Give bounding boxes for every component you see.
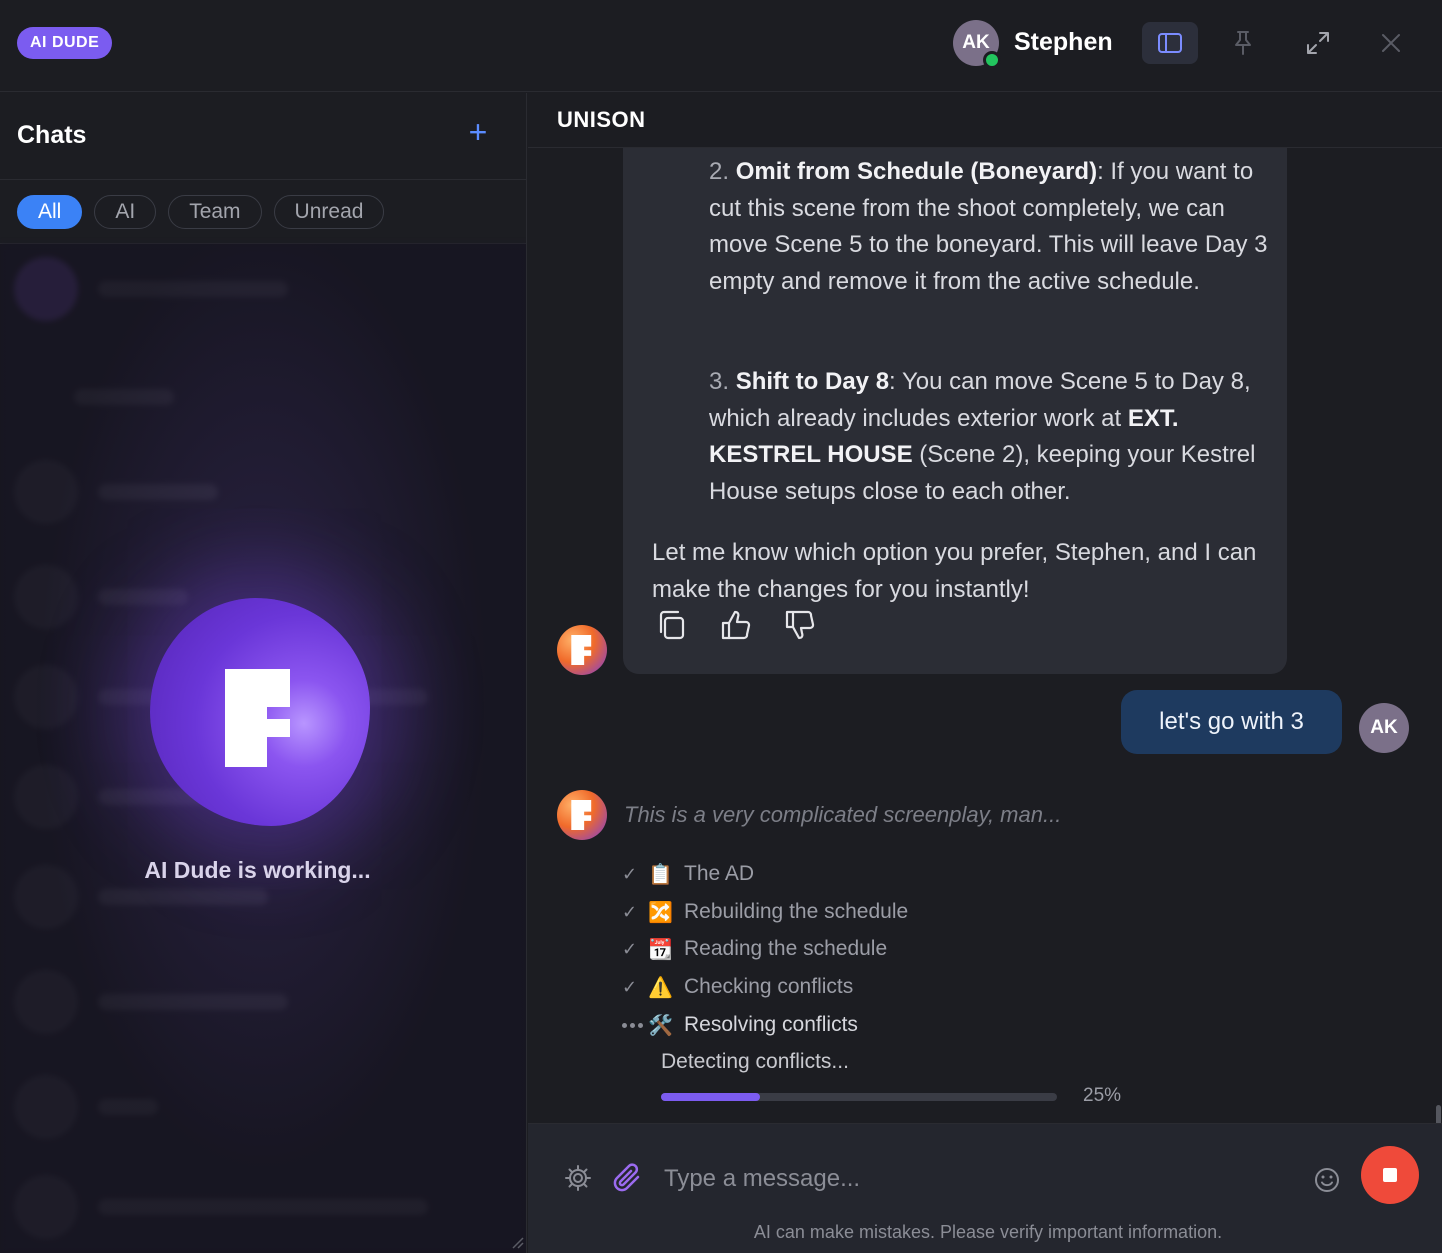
bot-closing-text: Let me know which option you prefer, Ste… <box>652 539 1257 603</box>
calendar-icon: 📆 <box>648 938 673 961</box>
check-icon: ✓ <box>622 976 638 997</box>
thinking-text: This is a very complicated screenplay, m… <box>624 802 1062 827</box>
filter-unread[interactable]: Unread <box>273 195 385 229</box>
close-icon <box>1382 34 1400 52</box>
pin-button[interactable] <box>1215 22 1271 64</box>
user-message: let's go with 3 <box>1121 690 1342 754</box>
thumbs-down-icon[interactable] <box>783 608 817 642</box>
chat-title: UNISON <box>557 107 646 132</box>
message-input[interactable] <box>664 1159 1284 1199</box>
option-item: 2. Omit from Schedule (Boneyard): If you… <box>709 158 1268 295</box>
progress-step: ✓ 📆 Reading the schedule <box>622 937 888 961</box>
logo-f-icon <box>571 635 592 665</box>
progress-step: ✓ 📋 The AD <box>622 862 755 886</box>
divider <box>0 179 526 180</box>
logo-f-icon <box>571 800 592 830</box>
bot-message: 2. Omit from Schedule (Boneyard): If you… <box>623 148 1287 674</box>
message-actions <box>655 608 817 642</box>
stop-button[interactable] <box>1361 1146 1419 1204</box>
progress-step-active: 🛠️ Resolving conflicts <box>622 1010 858 1040</box>
new-chat-button[interactable]: + <box>462 114 494 150</box>
bot-avatar <box>557 625 607 675</box>
plus-icon: + <box>468 114 488 150</box>
chats-title: Chats <box>17 121 87 149</box>
composer: AI can make mistakes. Please verify impo… <box>528 1123 1442 1253</box>
attachment-icon[interactable] <box>612 1162 644 1196</box>
app-badge: AI DUDE <box>17 27 113 59</box>
progress-fill <box>661 1093 760 1101</box>
emoji-icon[interactable] <box>1313 1166 1341 1194</box>
disclaimer: AI can make mistakes. Please verify impo… <box>753 1222 1223 1242</box>
stop-icon <box>1383 1168 1397 1182</box>
progress-step: ✓ ⚠️ Checking conflicts <box>622 975 854 999</box>
filter-all[interactable]: All <box>17 195 83 229</box>
online-status-dot <box>983 51 1001 69</box>
check-icon: ✓ <box>622 901 638 922</box>
logo-f-icon <box>225 669 290 767</box>
option-item: 3. Shift to Day 8: You can move Scene 5 … <box>709 368 1256 505</box>
copy-icon[interactable] <box>655 608 689 642</box>
warning-icon: ⚠️ <box>648 976 673 999</box>
shuffle-icon: 🔀 <box>648 901 673 924</box>
filter-ai[interactable]: AI <box>94 195 157 229</box>
clipboard-icon: 📋 <box>648 863 673 886</box>
check-icon: ✓ <box>622 938 638 959</box>
resize-handle-icon[interactable] <box>510 1235 524 1249</box>
working-status: AI Dude is working... <box>144 857 371 883</box>
expand-icon <box>1307 32 1329 54</box>
progress-step: ✓ 🔀 Rebuilding the schedule <box>622 900 909 924</box>
chat-panel: UNISON 2. Omit from Schedule (Boneyard):… <box>528 93 1442 1253</box>
settings-icon[interactable] <box>564 1164 592 1192</box>
user-avatar: AK <box>1359 703 1409 753</box>
detecting-text: Detecting conflicts... <box>661 1050 849 1073</box>
tools-icon: 🛠️ <box>648 1014 673 1037</box>
close-button[interactable] <box>1363 22 1419 64</box>
progress-bar <box>661 1093 1057 1101</box>
chats-sidebar: Chats + All AI Team Unread AI Dude is wo… <box>0 93 527 1253</box>
user-name[interactable]: Stephen <box>1014 28 1113 57</box>
scrollbar[interactable] <box>1436 1105 1441 1123</box>
thumbs-up-icon[interactable] <box>719 608 753 642</box>
chat-header: UNISON <box>528 93 1442 148</box>
chat-filters: All AI Team Unread <box>17 195 385 229</box>
progress-percent: 25% <box>1083 1085 1122 1106</box>
top-bar: AI DUDE AK Stephen <box>0 0 1442 92</box>
loading-dots-icon <box>622 1022 648 1028</box>
expand-button[interactable] <box>1290 22 1346 64</box>
sidebar-toggle-button[interactable] <box>1142 22 1198 64</box>
check-icon: ✓ <box>622 863 638 884</box>
sidebar-toggle-icon <box>1158 33 1182 53</box>
pin-icon <box>1235 31 1251 55</box>
filter-team[interactable]: Team <box>168 195 262 229</box>
message-list[interactable]: 2. Omit from Schedule (Boneyard): If you… <box>528 148 1442 1123</box>
bot-avatar <box>557 790 607 840</box>
